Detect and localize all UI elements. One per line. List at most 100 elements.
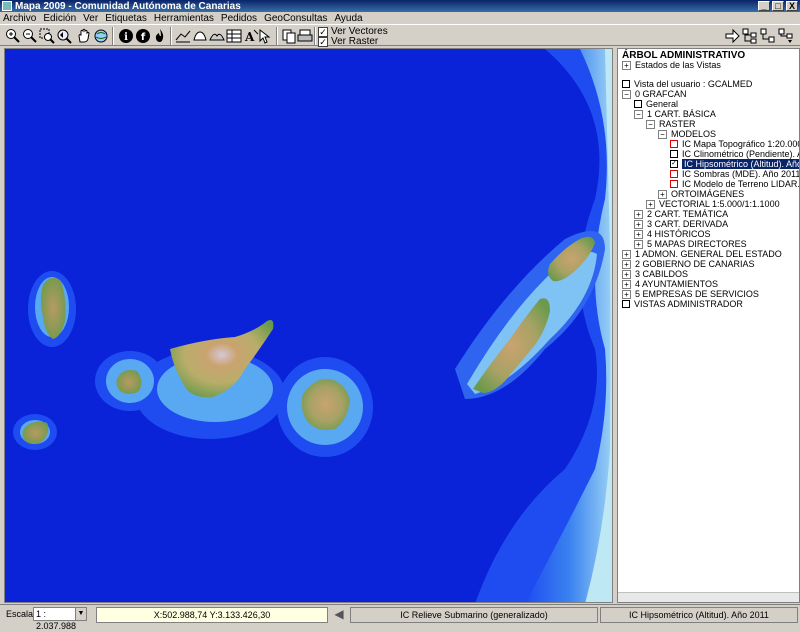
tree-node[interactable]: VISTAS ADMINISTRADOR (622, 299, 798, 309)
layer-checkbox[interactable] (670, 180, 678, 188)
expand-icon[interactable]: + (622, 269, 631, 279)
tree-node[interactable]: + ORTOIMÁGENES (622, 189, 798, 199)
minimize-button[interactable]: _ (758, 1, 770, 11)
tree-node[interactable]: +5 MAPAS DIRECTORES (622, 239, 798, 249)
tree-node-label: Vista del usuario : GCALMED (634, 79, 753, 89)
table-icon[interactable] (226, 28, 242, 44)
menu-edicion[interactable]: Edición (43, 13, 76, 24)
expand-icon[interactable]: + (622, 249, 631, 259)
dropdown-arrow-icon[interactable]: ▼ (75, 608, 86, 620)
close-button[interactable]: X (786, 1, 798, 11)
tree-node[interactable]: +3 CART. DERIVADA (622, 219, 798, 229)
menu-ver[interactable]: Ver (83, 13, 98, 24)
active-layer-status: IC Hipsométrico (Altitud). Año 2011 (600, 607, 798, 623)
info-icon[interactable]: i (118, 28, 134, 44)
map-view[interactable] (4, 48, 613, 603)
expand-icon[interactable]: + (634, 239, 643, 249)
tree-node[interactable]: IC Clinométrico (Pendiente). Año 2011 (622, 149, 799, 159)
collapse-icon[interactable]: − (646, 119, 655, 129)
collapse-icon[interactable]: − (634, 109, 643, 119)
tree-node[interactable]: General (622, 99, 798, 109)
menu-pedidos[interactable]: Pedidos (221, 13, 257, 24)
feature-info-icon[interactable]: f (135, 28, 151, 44)
tree-node[interactable]: IC Mapa Topográfico 1:20.000 Años 20 (622, 139, 799, 149)
tree-node[interactable]: +5 EMPRESAS DE SERVICIOS (622, 289, 798, 299)
expand-icon[interactable]: + (622, 279, 631, 289)
expand-icon[interactable]: + (622, 259, 631, 269)
collapse-icon[interactable]: − (622, 89, 631, 99)
layer-checkbox[interactable] (670, 140, 678, 148)
tree-node[interactable]: −0 GRAFCAN (622, 89, 798, 99)
maximize-button[interactable]: □ (772, 1, 784, 11)
tree-node-label: IC Sombras (MDE). Año 2011 (682, 169, 800, 179)
tree-expand-icon[interactable] (742, 28, 758, 44)
layer-checkbox[interactable]: ✓ (670, 160, 678, 168)
label-tool-icon[interactable]: A (243, 28, 259, 44)
expand-icon[interactable]: + (646, 199, 655, 209)
menu-ayuda[interactable]: Ayuda (334, 13, 362, 24)
tree-collapse-icon[interactable] (760, 28, 776, 44)
view-states-label: Estados de las Vistas (635, 60, 721, 70)
pan-hand-icon[interactable] (76, 28, 92, 44)
menu-etiquetas[interactable]: Etiquetas (105, 13, 147, 24)
tree-node[interactable]: IC Modelo de Terreno LIDAR. Año 2011 (622, 179, 800, 189)
tree-node-label: MODELOS (671, 129, 717, 139)
tree-node[interactable]: −1 CART. BÁSICA (622, 109, 798, 119)
menu-geoconsultas[interactable]: GeoConsultas (264, 13, 327, 24)
status-bar: Escala : 1 : 2.037.988 ▼ X:502.988,74 Y:… (0, 604, 800, 631)
tree-node[interactable]: +4 AYUNTAMIENTOS (622, 279, 798, 289)
measure-area-icon[interactable] (192, 28, 208, 44)
tree-node[interactable]: − MODELOS (622, 129, 798, 139)
menu-archivo[interactable]: Archivo (3, 13, 36, 24)
ver-raster-checkbox[interactable]: ✓ Ver Raster (318, 36, 378, 47)
copy-icon[interactable] (281, 28, 297, 44)
tree-node[interactable]: IC Sombras (MDE). Año 2011 (622, 169, 800, 179)
expand-icon[interactable]: + (634, 209, 643, 219)
forward-arrow-icon[interactable] (724, 28, 740, 44)
tree-node[interactable]: +3 CABILDOS (622, 269, 798, 279)
zoom-window-icon[interactable] (39, 28, 55, 44)
svg-text:i: i (124, 32, 128, 43)
tree-node[interactable]: ✓ IC Hipsométrico (Altitud). Año 2011 (622, 159, 799, 169)
layer-checkbox[interactable] (670, 170, 678, 178)
layer-checkbox[interactable] (634, 100, 642, 108)
menu-herramientas[interactable]: Herramientas (154, 13, 214, 24)
tree-node[interactable]: − RASTER (622, 119, 798, 129)
tree-node-label: IC Modelo de Terreno LIDAR. Año 2011 (682, 179, 800, 189)
horizontal-scrollbar[interactable] (618, 592, 799, 602)
print-icon[interactable] (297, 28, 313, 44)
select-arrow-icon[interactable] (258, 28, 274, 44)
tree-node[interactable]: Vista del usuario : GCALMED (622, 79, 798, 89)
tree-node[interactable]: +2 CART. TEMÁTICA (622, 209, 798, 219)
menu-bar: Archivo Edición Ver Etiquetas Herramient… (0, 12, 800, 24)
refresh-globe-icon[interactable] (93, 28, 109, 44)
expand-icon[interactable]: + (622, 289, 631, 299)
expand-icon[interactable]: + (622, 60, 631, 70)
administrative-tree-panel: ÁRBOL ADMINISTRATIVO + Estados de las Vi… (617, 48, 800, 603)
tree-node[interactable]: + VECTORIAL 1:5.000/1:1.1000 (622, 199, 798, 209)
layer-checkbox[interactable] (622, 80, 630, 88)
checkmark-icon: ✓ (318, 36, 328, 47)
expand-icon[interactable]: + (634, 219, 643, 229)
expand-icon[interactable]: + (658, 189, 667, 199)
tree-node[interactable]: +4 HISTÓRICOS (622, 229, 798, 239)
measure-distance-icon[interactable] (175, 28, 191, 44)
svg-text:f: f (141, 32, 146, 43)
profile-icon[interactable] (209, 28, 225, 44)
view-states-row[interactable]: + Estados de las Vistas (622, 60, 721, 70)
zoom-previous-icon[interactable] (56, 28, 72, 44)
tree-node[interactable]: +2 GOBIERNO DE CANARIAS (622, 259, 798, 269)
scale-select[interactable]: 1 : 2.037.988 ▼ (33, 607, 87, 631)
layer-checkbox[interactable] (622, 300, 630, 308)
expand-icon[interactable]: + (634, 229, 643, 239)
tree-node-label: 5 EMPRESAS DE SERVICIOS (635, 289, 759, 299)
zoom-out-icon[interactable] (22, 28, 38, 44)
zoom-in-icon[interactable] (5, 28, 21, 44)
layer-checkbox[interactable] (670, 150, 678, 158)
tree-node-label: General (646, 99, 679, 109)
tree-options-icon[interactable] (778, 28, 794, 44)
fire-icon[interactable] (152, 28, 168, 44)
collapse-icon[interactable]: − (658, 129, 667, 139)
back-arrow-icon[interactable]: ◀ (331, 607, 347, 623)
tree-node[interactable]: +1 ADMON. GENERAL DEL ESTADO (622, 249, 798, 259)
